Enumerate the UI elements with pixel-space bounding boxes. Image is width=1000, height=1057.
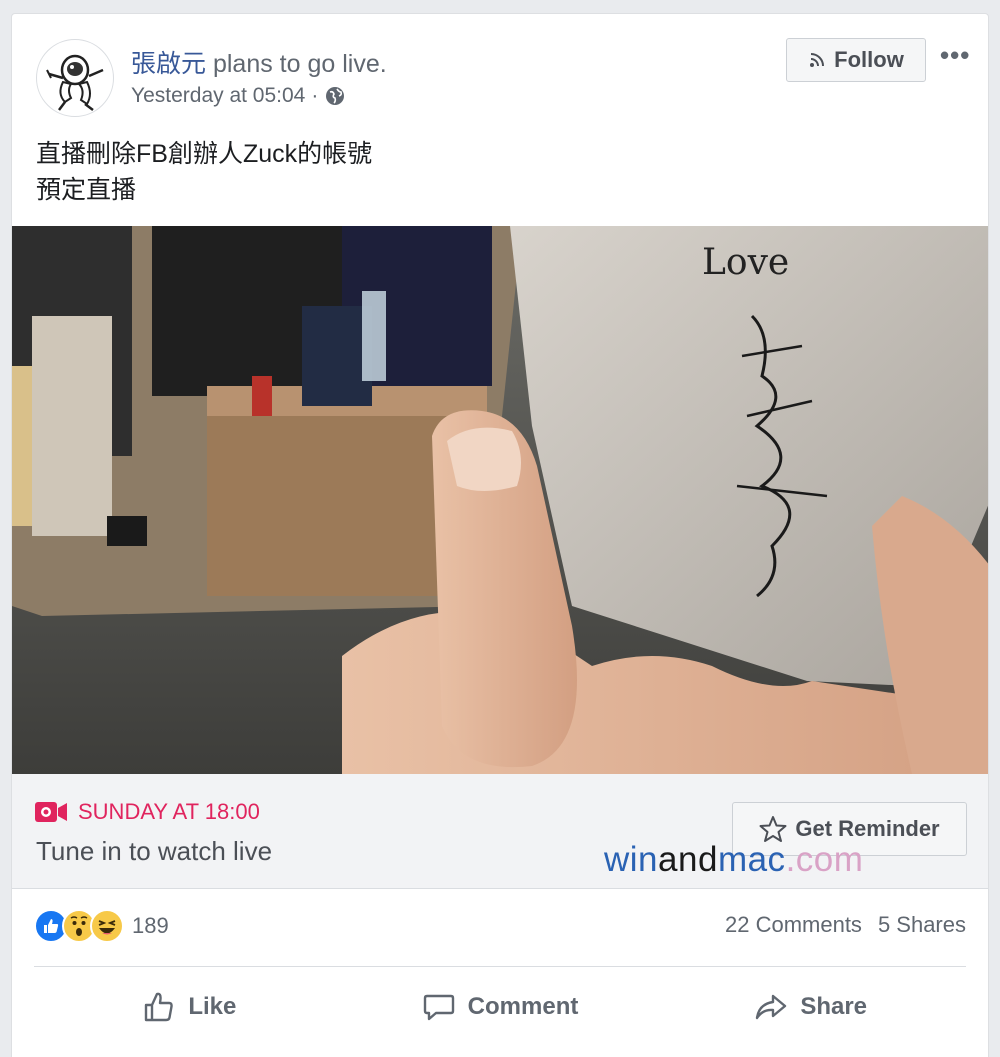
haha-icon [90,909,124,943]
thumbs-up-icon [145,992,174,1022]
photo-image: Love [12,226,988,774]
share-button[interactable]: Share [655,972,966,1042]
event-subtitle: Tune in to watch live [36,836,273,866]
live-video-icon [35,802,67,822]
divider [34,966,966,967]
more-options-button[interactable]: ••• [940,40,970,71]
post-header-title: 張啟元 plans to go live. [131,44,387,80]
share-icon [756,994,787,1020]
post-text-line: 預定直播 [36,176,137,204]
star-icon [759,816,787,842]
engagement-counts: 22 Comments 5 Shares [725,912,966,938]
globe-icon[interactable] [324,85,346,107]
post-actions: Like Comment Share [34,972,966,1042]
comment-button[interactable]: Comment [345,972,656,1042]
watermark-part: win [604,840,659,879]
like-label: Like [188,993,237,1020]
watermark-part: and [658,840,718,879]
post-action-text: plans to go live. [206,50,387,78]
get-reminder-label: Get Reminder [795,816,940,841]
meta-separator: · [311,84,319,107]
follow-button[interactable]: Follow [786,38,926,82]
event-date: SUNDAY AT 18:00 [34,799,260,825]
author-name-link[interactable]: 張啟元 [131,50,206,78]
post-text-line: 直播刪除FB創辦人Zuck的帳號 [36,140,373,168]
rss-icon [810,53,825,67]
comments-count-link[interactable]: 22 Comments [725,912,862,938]
shares-count-link[interactable]: 5 Shares [878,912,966,938]
post-card: 張啟元 plans to go live. Yesterday at 05:04… [11,13,989,1057]
watermark: winandmac.com [604,840,863,880]
post-meta: Yesterday at 05:04 · [131,84,346,108]
comment-label: Comment [467,993,579,1020]
watermark-part: .com [785,840,864,879]
post-photo[interactable]: Love [12,226,988,774]
share-label: Share [800,993,868,1020]
like-button[interactable]: Like [34,972,345,1042]
reaction-count: 189 [132,913,169,938]
watermark-part: mac [717,840,786,879]
comment-icon [423,994,454,1021]
avatar[interactable] [36,39,114,117]
card-handwriting: Love [702,242,789,283]
follow-label: Follow [834,47,904,72]
post-timestamp[interactable]: Yesterday at 05:04 [131,84,305,108]
avatar-cartoon-icon [46,54,104,111]
reaction-summary[interactable]: 189 [34,909,169,943]
post-text: 直播刪除FB創辦人Zuck的帳號 預定直播 [36,136,372,208]
event-date-text: SUNDAY AT 18:00 [78,799,260,824]
